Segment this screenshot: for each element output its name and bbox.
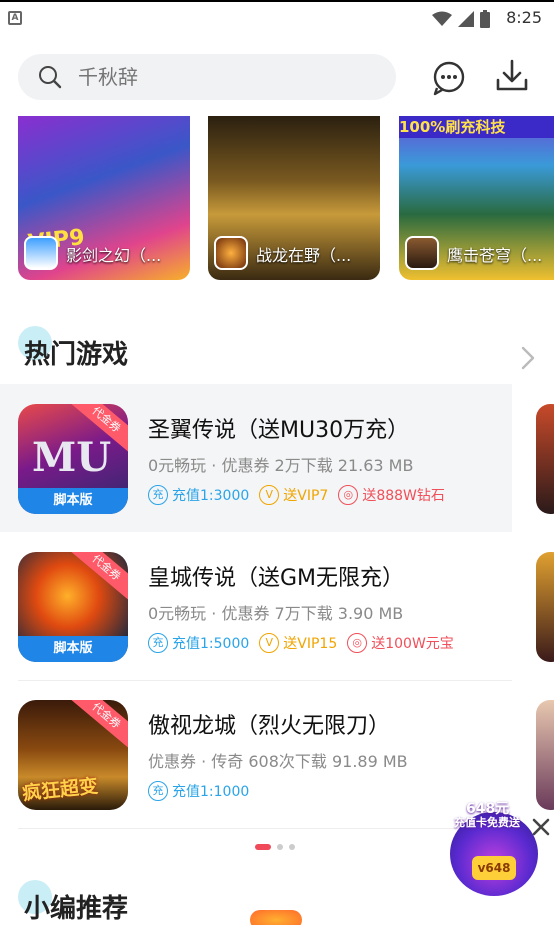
floating-recharge-ad[interactable]: 648元 充值卡免费送 v648 (448, 798, 542, 898)
next-column-peek (536, 700, 554, 810)
game-title: 傲视龙城（烈火无限刀） (148, 714, 391, 739)
notification-icon: A (8, 11, 22, 25)
page-dot (277, 844, 283, 850)
perk-list: 充充值1:1000 (148, 781, 249, 801)
perk-text: 充值1:5000 (172, 636, 250, 652)
section-title-hot: 热门游戏 (24, 340, 129, 370)
game-icon-art-text: 疯狂超变 (21, 775, 100, 805)
chevron-right-icon[interactable] (518, 345, 538, 371)
divider (18, 828, 512, 829)
message-icon[interactable] (430, 58, 468, 96)
perk-text: 送888W钻石 (362, 488, 445, 504)
close-icon[interactable] (530, 816, 552, 838)
perk-vip: V 送VIP7 (259, 485, 328, 505)
game-title: 圣翼传说（送MU30万充） (148, 418, 410, 443)
game-list-item[interactable]: 疯狂超变 代金券 傲视龙城（烈火无限刀） 优惠券 · 传奇 608次下载 91.… (0, 680, 512, 828)
battery-icon (480, 10, 490, 28)
next-column-peek (536, 404, 554, 514)
ad-caption: 充值卡免费送 (454, 816, 520, 829)
next-column-peek (536, 552, 554, 662)
banner-name: 影剑之幻（... (66, 246, 162, 265)
game-icon: 疯狂超变 代金券 (18, 700, 128, 810)
recharge-icon: 充 (148, 633, 168, 653)
banner-carousel[interactable]: VIP9 影剑之幻（... 战龙在野（... 100%刷充科技 鹰击苍穹（... (18, 116, 554, 281)
game-meta: 优惠券 · 传奇 608次下载 91.89 MB (148, 752, 408, 771)
recharge-icon: 充 (148, 781, 168, 801)
banner-card[interactable]: VIP9 影剑之幻（... (18, 116, 190, 280)
section-title-editor: 小编推荐 (24, 894, 129, 924)
perk-list: 充充值1:3000 V 送VIP7 ◎ 送888W钻石 (148, 485, 445, 505)
top-header (0, 34, 554, 116)
banner-name: 鹰击苍穹（... (447, 246, 543, 265)
script-version-bar: 脚本版 (18, 488, 128, 514)
perk-text: 充值1:1000 (172, 784, 250, 800)
page-dot-active (255, 844, 271, 850)
game-list-item[interactable]: 代金券 脚本版 皇城传说（送GM无限充） 0元畅玩 · 优惠券 7万下载 3.9… (0, 532, 512, 680)
game-title: 皇城传说（送GM无限充） (148, 566, 405, 591)
banner-game-icon (24, 236, 58, 270)
perk-text: 送VIP15 (283, 636, 338, 652)
game-icon-art: MU (32, 434, 112, 481)
ad-card-badge: v648 (472, 856, 516, 880)
game-icon: MU 代金券 脚本版 (18, 404, 128, 514)
perk-text: 充值1:3000 (172, 488, 250, 504)
page-indicator (255, 844, 295, 850)
game-icon: 代金券 脚本版 (18, 552, 128, 662)
gift-icon: ◎ (347, 633, 368, 653)
perk-recharge: 充充值1:5000 (148, 633, 249, 653)
editor-banner-peek (250, 910, 302, 925)
perk-recharge: 充充值1:3000 (148, 485, 249, 505)
perk-list: 充充值1:5000 V 送VIP15 ◎ 送100W元宝 (148, 633, 454, 653)
status-icons (432, 10, 490, 28)
perk-text: 送VIP7 (283, 488, 329, 504)
banner-game-icon (214, 236, 248, 270)
page-dot (289, 844, 295, 850)
vip-icon: V (259, 633, 280, 653)
perk-text: 送100W元宝 (371, 636, 454, 652)
banner-card[interactable]: 战龙在野（... (208, 116, 380, 280)
script-version-bar: 脚本版 (18, 636, 128, 662)
voucher-tag: 代金券 (68, 552, 128, 602)
signal-icon (458, 11, 474, 27)
game-list-item[interactable]: MU 代金券 脚本版 圣翼传说（送MU30万充） 0元畅玩 · 优惠券 2万下载… (0, 384, 512, 532)
wifi-icon (432, 11, 452, 26)
game-meta: 0元畅玩 · 优惠券 7万下载 3.90 MB (148, 604, 404, 623)
game-meta: 0元畅玩 · 优惠券 2万下载 21.63 MB (148, 456, 414, 475)
perk-gift: ◎ 送100W元宝 (347, 633, 454, 653)
vip-icon: V (259, 485, 280, 505)
banner-game-icon (405, 236, 439, 270)
perk-vip: V 送VIP15 (259, 633, 337, 653)
perk-recharge: 充充值1:1000 (148, 781, 249, 801)
status-bar: A 8:25 (0, 0, 554, 34)
banner-name: 战龙在野（... (256, 246, 352, 265)
search-input[interactable] (78, 65, 358, 89)
recharge-icon: 充 (148, 485, 168, 505)
search-icon (39, 66, 62, 89)
banner-art: 100%刷充科技 (399, 116, 554, 138)
download-icon[interactable] (494, 58, 530, 94)
search-bar[interactable] (18, 54, 396, 100)
status-time: 8:25 (506, 8, 542, 27)
voucher-tag: 代金券 (68, 700, 128, 750)
banner-card[interactable]: 100%刷充科技 鹰击苍穹（... (399, 116, 554, 280)
gift-icon: ◎ (338, 485, 359, 505)
perk-gift: ◎ 送888W钻石 (338, 485, 445, 505)
